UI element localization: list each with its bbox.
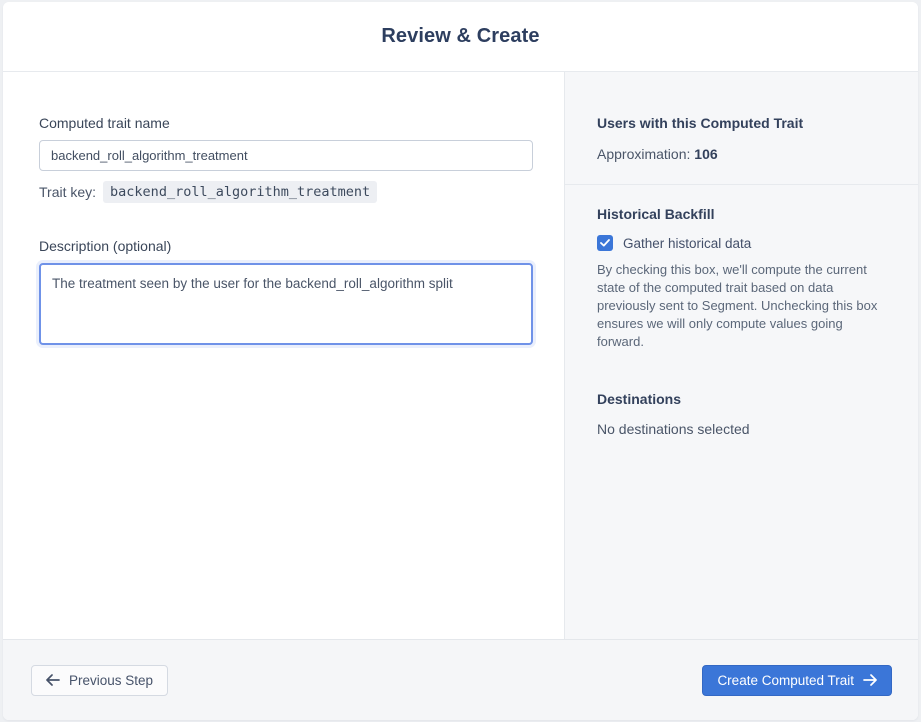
trait-name-input[interactable] (39, 140, 533, 171)
create-computed-trait-button[interactable]: Create Computed Trait (702, 664, 892, 696)
review-create-modal: Review & Create Computed trait name Trai… (3, 2, 918, 720)
description-label: Description (optional) (39, 238, 172, 254)
trait-key-badge: backend_roll_algorithm_treatment (103, 181, 378, 203)
arrow-right-icon (863, 674, 877, 686)
backfill-description: By checking this box, we'll compute the … (597, 262, 878, 349)
backfill-heading: Historical Backfill (597, 206, 715, 222)
modal-header: Review & Create (3, 2, 918, 72)
approximation-label: Approximation: (597, 146, 691, 162)
checkbox-checked-icon[interactable] (597, 235, 613, 251)
destinations-heading: Destinations (597, 391, 682, 407)
summary-panel: Users with this Computed Trait Approxima… (564, 72, 918, 639)
modal-content: Computed trait name Trait key: backend_r… (3, 72, 918, 639)
create-trait-label: Create Computed Trait (717, 672, 854, 688)
previous-step-button[interactable]: Previous Step (31, 664, 169, 696)
trait-key-row: Trait key: backend_roll_algorithm_treatm… (39, 181, 533, 203)
description-textarea[interactable]: The treatment seen by the user for the b… (39, 263, 533, 345)
gather-historical-data-checkbox-row[interactable]: Gather historical data (597, 235, 886, 251)
approximation-value: 106 (694, 146, 718, 162)
page-title: Review & Create (381, 25, 540, 47)
trait-name-label: Computed trait name (39, 115, 170, 131)
destinations-value: No destinations selected (597, 421, 750, 437)
trait-form-panel: Computed trait name Trait key: backend_r… (3, 72, 564, 639)
previous-step-label: Previous Step (69, 672, 154, 688)
panel-divider (565, 184, 918, 185)
approximation-row: Approximation: 106 (597, 146, 886, 162)
description-block: Description (optional) The treatment see… (39, 238, 533, 350)
checkbox-label: Gather historical data (623, 235, 752, 251)
users-heading: Users with this Computed Trait (597, 115, 804, 131)
trait-key-label: Trait key: (39, 184, 97, 200)
arrow-left-icon (46, 674, 60, 686)
modal-footer: Previous Step Create Computed Trait (3, 639, 918, 720)
